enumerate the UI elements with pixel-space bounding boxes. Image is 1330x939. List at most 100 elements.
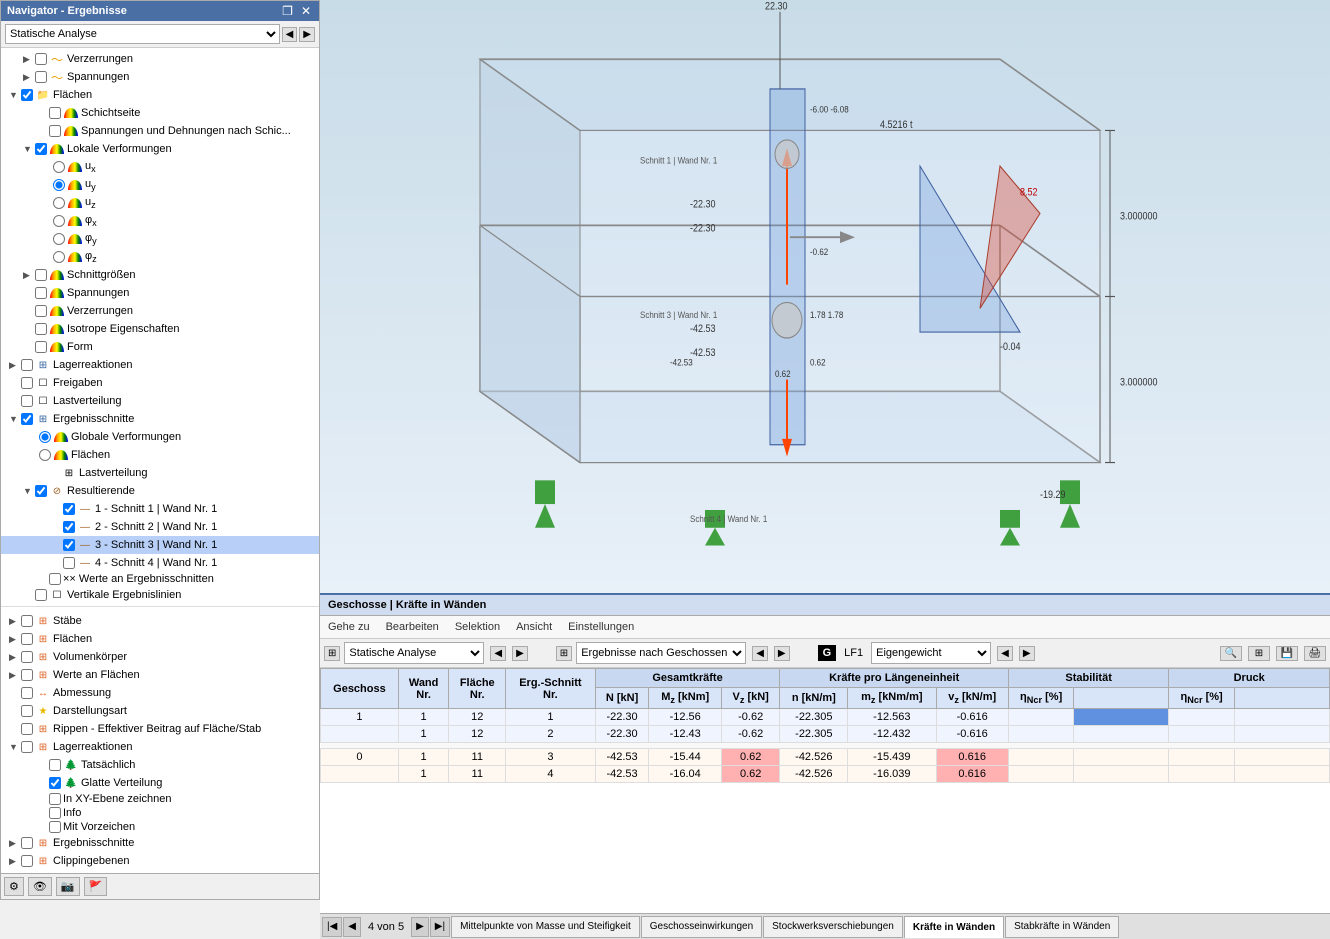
cb-form[interactable] — [35, 341, 47, 353]
tree-item-tatsaechlich[interactable]: 🌲 Tatsächlich — [1, 756, 319, 774]
tree-item-spann-dehn[interactable]: Spannungen und Dehnungen nach Schic... — [1, 122, 319, 140]
expand-ergebnisschnitte2[interactable]: ▶ — [9, 838, 19, 849]
tree-item-phix[interactable]: φx — [1, 212, 319, 230]
tree-item-flaechen3[interactable]: ▶ ⊞ Flächen — [1, 630, 319, 648]
cb-rippen[interactable] — [21, 723, 33, 735]
tree-item-glob-verf[interactable]: Globale Verformungen — [1, 428, 319, 446]
lf-next-btn[interactable]: ▶ — [1019, 646, 1035, 661]
tree-item-ux[interactable]: ux — [1, 158, 319, 176]
radio-phix[interactable] — [53, 215, 65, 227]
tree-item-flaechen[interactable]: ▼ 📁 Flächen — [1, 86, 319, 104]
radio-phiy[interactable] — [53, 233, 65, 245]
tree-item-lastverteilung2[interactable]: ⊞ Lastverteilung — [1, 464, 319, 482]
expand-lager2[interactable]: ▼ — [9, 742, 19, 752]
cb-resultierende[interactable] — [35, 485, 47, 497]
cb-lok-verf[interactable] — [35, 143, 47, 155]
cb-schichtseite[interactable] — [49, 107, 61, 119]
nav-btn-settings[interactable]: ⚙ — [4, 877, 24, 896]
cb-abmessung[interactable] — [21, 687, 33, 699]
tree-item-volumkoerper[interactable]: ▶ ⊞ Volumenkörper — [1, 648, 319, 666]
tree-item-glatte-vert[interactable]: 🌲 Glatte Verteilung — [1, 774, 319, 792]
tree-item-abmessung[interactable]: ↔ Abmessung — [1, 684, 319, 702]
next-analysis-btn[interactable]: ▶ — [299, 27, 315, 42]
analysis-next-btn[interactable]: ▶ — [512, 646, 528, 661]
radio-glob-verf[interactable] — [39, 431, 51, 443]
cb-flaechen3[interactable] — [21, 633, 33, 645]
tree-item-info[interactable]: Info — [1, 806, 319, 820]
tree-item-uz[interactable]: uz — [1, 194, 319, 212]
cb-schnittgroessen[interactable] — [35, 269, 47, 281]
prev-analysis-btn[interactable]: ◀ — [282, 27, 298, 42]
expand-lok-verf[interactable]: ▼ — [23, 144, 33, 154]
tree-item-verzerrungen[interactable]: ▶ 〜 Verzerrungen — [1, 50, 319, 68]
tree-item-darst-art[interactable]: ★ Darstellungsart — [1, 702, 319, 720]
tree-item-rippen[interactable]: ⊞ Rippen - Effektiver Beitrag auf Fläche… — [1, 720, 319, 738]
viewport-3d[interactable]: 3.000000 3.000000 22.30 -22.30 -22.30 -4… — [320, 0, 1330, 593]
radio-phiz[interactable] — [53, 251, 65, 263]
analysis-icon-btn[interactable]: ⊞ — [324, 646, 340, 661]
tree-item-verzerrungen2[interactable]: Verzerrungen — [1, 302, 319, 320]
expand-volumkoerper[interactable]: ▶ — [9, 652, 19, 663]
tab-next-btn[interactable]: ▶ — [411, 917, 429, 937]
radio-uy[interactable] — [53, 179, 65, 191]
expand-clipping[interactable]: ▶ — [9, 856, 19, 867]
settings-btn[interactable]: Einstellungen — [564, 619, 638, 635]
expand-flaechen3[interactable]: ▶ — [9, 634, 19, 645]
tree-item-isotrope[interactable]: Isotrope Eigenschaften — [1, 320, 319, 338]
tree-item-schichtseite[interactable]: Schichtseite — [1, 104, 319, 122]
results-next-btn[interactable]: ▶ — [774, 646, 790, 661]
cb-verzerrungen[interactable] — [35, 53, 47, 65]
tree-item-schnitt4[interactable]: — 4 - Schnitt 4 | Wand Nr. 1 — [1, 554, 319, 572]
cb-schnitt4[interactable] — [63, 557, 75, 569]
tree-item-uy[interactable]: uy — [1, 176, 319, 194]
lf-prev-btn[interactable]: ◀ — [997, 646, 1013, 661]
expand-spannungen-top[interactable]: ▶ — [23, 72, 33, 83]
tree-item-lager1[interactable]: ▶ ⊞ Lagerreaktionen — [1, 356, 319, 374]
expand-flaechen[interactable]: ▼ — [9, 90, 19, 100]
cb-ergebnisschnitte[interactable] — [21, 413, 33, 425]
analysis-select[interactable]: Statische Analyse — [344, 642, 484, 664]
tree-item-vert-erg[interactable]: ☐ Vertikale Ergebnislinien — [1, 586, 319, 604]
tree-item-lok-verf[interactable]: ▼ Lokale Verformungen — [1, 140, 319, 158]
close-button[interactable]: ✕ — [299, 4, 313, 18]
radio-ux[interactable] — [53, 161, 65, 173]
tab-last-btn[interactable]: ▶| — [430, 917, 450, 937]
tree-item-clipping[interactable]: ▶ ⊞ Clippingebenen — [1, 852, 319, 870]
edit-btn[interactable]: Bearbeiten — [382, 619, 443, 635]
cb-darst-art[interactable] — [21, 705, 33, 717]
tab-prev-btn[interactable]: ◀ — [343, 917, 361, 937]
results-prev-btn[interactable]: ◀ — [752, 646, 768, 661]
cb-clipping[interactable] — [21, 855, 33, 867]
cb-glatte-vert[interactable] — [49, 777, 61, 789]
tab-kraefte-waenden[interactable]: Kräfte in Wänden — [904, 916, 1004, 938]
tree-item-staebe[interactable]: ▶ ⊞ Stäbe — [1, 612, 319, 630]
tree-item-phiz[interactable]: φz — [1, 248, 319, 266]
tree-item-spannungen-top[interactable]: ▶ 〜 Spannungen — [1, 68, 319, 86]
cb-werte[interactable] — [49, 573, 61, 585]
cb-isotrope[interactable] — [35, 323, 47, 335]
cb-in-xy[interactable] — [49, 793, 61, 805]
expand-staebe[interactable]: ▶ — [9, 616, 19, 627]
nav-btn-flag[interactable]: 🚩 — [84, 877, 108, 896]
cb-spannungen2[interactable] — [35, 287, 47, 299]
view-btn[interactable]: Ansicht — [512, 619, 556, 635]
tree-item-ergebnisschnitte[interactable]: ▼ ⊞ Ergebnisschnitte — [1, 410, 319, 428]
tab-geschosseinwirkungen[interactable]: Geschosseinwirkungen — [641, 916, 762, 938]
cb-lager2[interactable] — [21, 741, 33, 753]
tree-item-lager2[interactable]: ▼ ⊞ Lagerreaktionen — [1, 738, 319, 756]
print-icon-btn[interactable]: 🖨 — [1304, 646, 1326, 661]
expand-schnittgroessen[interactable]: ▶ — [23, 270, 33, 281]
tree-item-schnitt1[interactable]: — 1 - Schnitt 1 | Wand Nr. 1 — [1, 500, 319, 518]
tab-stockwerksverschiebungen[interactable]: Stockwerksverschiebungen — [763, 916, 903, 938]
export-icon-btn[interactable]: 💾 — [1276, 646, 1298, 661]
results-select[interactable]: Ergebnisse nach Geschossen — [576, 642, 746, 664]
restore-button[interactable]: ❐ — [280, 4, 295, 18]
tree-item-resultierende[interactable]: ▼ ⊘ Resultierende — [1, 482, 319, 500]
tree-item-schnitt3[interactable]: — 3 - Schnitt 3 | Wand Nr. 1 — [1, 536, 319, 554]
tab-mittelpunkte[interactable]: Mittelpunkte von Masse und Steifigkeit — [451, 916, 640, 938]
nav-btn-eye[interactable]: 👁 — [28, 877, 52, 896]
tree-item-mit-vorzeichen[interactable]: Mit Vorzeichen — [1, 820, 319, 834]
cb-spannungen-top[interactable] — [35, 71, 47, 83]
cb-staebe[interactable] — [21, 615, 33, 627]
expand-lager1[interactable]: ▶ — [9, 360, 19, 371]
